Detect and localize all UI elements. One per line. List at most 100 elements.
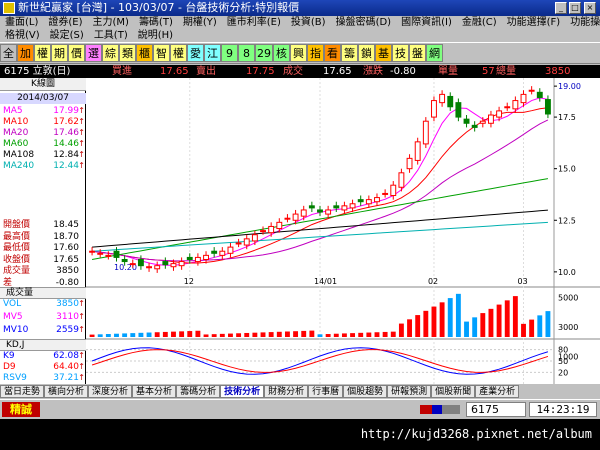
toolbar-button[interactable]: 興 [290,44,307,62]
ma-row: MA10 17.62 ↑ [3,117,85,127]
candle-body [365,199,372,205]
menu-item[interactable]: 畫面(L) [0,16,43,30]
tab-8[interactable]: 個股趨勢 [343,385,388,398]
indicator-panel: K線圖 2014/03/07 MA5 17.99 ↑ MA10 17.62 ↑ MA20 17… [0,78,86,384]
tab-9[interactable]: 研報預測 [387,385,432,398]
date-tick-label: 12 [184,277,194,286]
tab-0[interactable]: 當日走勢 [0,385,45,398]
tab-3[interactable]: 基本分析 [132,385,177,398]
menu-item[interactable]: 籌碼(T) [134,16,178,30]
up-arrow-icon: ↑ [78,150,85,159]
volume-bar [496,304,502,337]
toolbar-button[interactable]: 選 [85,44,102,62]
candle-body [317,209,323,213]
ohlc-value: 17.65 [53,254,79,265]
toolbar-button[interactable]: 櫃 [136,44,153,62]
toolbar-button[interactable]: 期 [51,44,68,62]
tab-10[interactable]: 個股新聞 [431,385,476,398]
tab-1[interactable]: 橫向分析 [44,385,89,398]
menu-item[interactable]: 說明(H) [133,30,178,42]
volume-bar [228,333,233,337]
toolbar-button[interactable]: 籌 [341,44,358,62]
toolbar-button[interactable]: 8 [238,44,255,62]
menu-item[interactable]: 主力(M) [88,16,134,30]
toolbar-button[interactable]: 全 [0,44,17,62]
candle-body [146,266,152,269]
toolbar-button[interactable]: 愛 [187,44,204,62]
toolbar-button[interactable]: 鎖 [358,44,375,62]
toolbar-button[interactable]: 權 [170,44,187,62]
toolbar-button[interactable]: 綜 [102,44,119,62]
volume-bar [382,331,388,337]
menu-item[interactable]: 投資(B) [286,16,331,30]
toolbar-button[interactable]: 基 [375,44,392,62]
close-button[interactable]: × [584,2,596,14]
candle-body [374,197,380,203]
toolbar-button[interactable]: 9 [221,44,238,62]
vol-row: VOL 3850 ↑ [3,299,85,309]
ma-value: 14.46 [53,139,79,149]
menu-item[interactable]: 金融(C) [457,16,502,30]
volume-bar [545,311,551,337]
toolbar-button[interactable]: 江 [204,44,221,62]
volume-bar [301,330,307,337]
toolbar-button[interactable]: 價 [68,44,85,62]
kd-label: RSV9 [3,373,27,383]
menu-item[interactable]: 操盤密碼(D) [331,16,397,30]
ma-value: 17.62 [53,117,79,127]
menu-item[interactable]: 功能選擇(F) [502,16,566,30]
up-arrow-icon: ↑ [78,312,85,321]
tab-7[interactable]: 行事曆 [308,385,344,398]
candle-body [512,100,519,110]
menu-item[interactable]: 證券(E) [43,16,87,30]
tab-4[interactable]: 籌碼分析 [176,385,221,398]
candle-body [536,91,543,98]
toolbar-button[interactable]: 看 [324,44,341,62]
ohlc-value: -0.80 [55,277,79,288]
kd-panel-title: KD,J [0,339,86,351]
menu-item[interactable]: 國際資訊(I) [396,16,457,30]
menu-item[interactable]: 匯市利率(E) [222,16,286,30]
toolbar-button[interactable]: 權 [34,44,51,62]
toolbar-button[interactable]: 類 [119,44,136,62]
ma-row: MA20 17.46 ↑ [3,128,85,138]
chart-svg[interactable]: 19.0017.515.012.510.012 14/01 02 0310.20500… [86,78,600,384]
ma-label: MA5 [3,106,23,116]
tab-5[interactable]: 技術分析 [220,385,265,398]
code-input[interactable]: 6175 [466,402,526,417]
kd-value: 37.21 [53,373,79,383]
ohlc-label: 差 [3,277,13,288]
toolbar-button[interactable]: 智 [153,44,170,62]
tab-11[interactable]: 產業分析 [475,385,520,398]
candle-body [276,221,283,230]
menu-item[interactable]: 設定(S) [45,30,89,42]
toolbar-button[interactable]: 核 [273,44,290,62]
toolbar-button[interactable]: 29 [255,44,273,62]
ma-value: 17.99 [53,106,79,116]
price-chart-area[interactable]: 19.00 17.5 15.0 12.5 10.0 12 14/01 02 03 10.20 500… [86,78,600,384]
volume-bar [464,321,469,337]
tab-2[interactable]: 深度分析 [88,385,133,398]
toolbar-button[interactable]: 盤 [409,44,426,62]
toolbar-button[interactable]: 網 [426,44,443,62]
menu-item[interactable]: 格視(V) [0,30,45,42]
volume-bar [162,331,168,337]
broker-name: 精誠 [2,402,40,417]
tab-6[interactable]: 財務分析 [264,385,309,398]
toolbar-button[interactable]: 技 [392,44,409,62]
minimize-button[interactable]: _ [555,2,567,14]
candle-body [333,205,340,209]
candle-body [105,254,112,257]
toolbar-button[interactable]: 加 [17,44,34,62]
toolbar-button[interactable]: 指 [307,44,324,62]
up-arrow-icon: ↑ [78,351,85,360]
ma-label: MA10 [3,117,29,127]
volume-bar [236,333,242,337]
candle-body [89,250,96,253]
menu-item[interactable]: 期權(Y) [178,16,222,30]
ohlc-label: 成交量 [3,266,31,276]
price-tick-label: 12.5 [558,216,576,225]
menu-item[interactable]: 功能操作(E) [565,16,600,30]
maximize-button[interactable]: □ [569,2,581,14]
menu-item[interactable]: 工具(T) [89,30,133,42]
